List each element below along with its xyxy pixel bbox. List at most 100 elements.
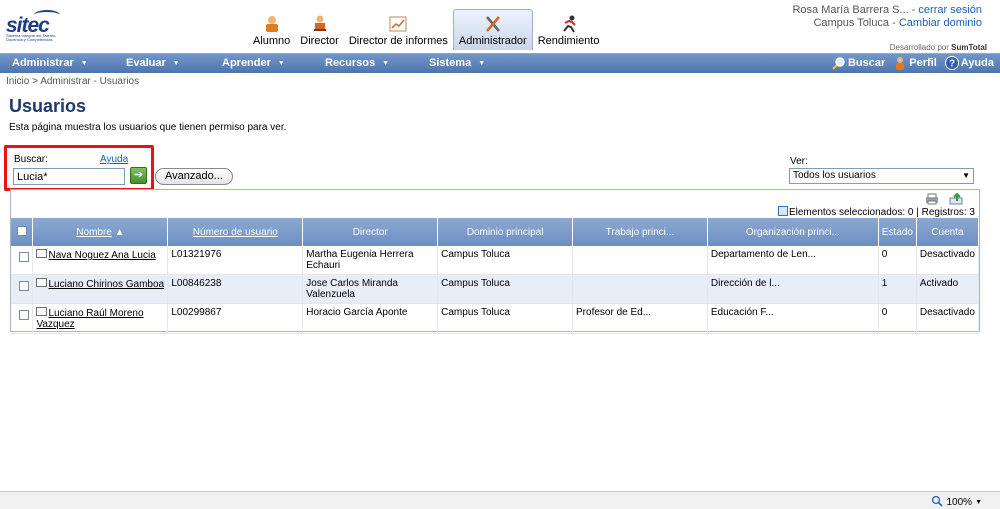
cell-dominio: Campus Toluca: [437, 246, 574, 275]
nav-right-label: Ayuda: [960, 57, 994, 69]
chevron-down-icon: ▼: [382, 60, 390, 67]
nav-aprender[interactable]: Aprender ▼: [222, 57, 285, 69]
row-checkbox[interactable]: [19, 310, 29, 320]
cell-numero: L00846238: [167, 274, 304, 304]
developed-by: Desarrollado por SumTotal: [890, 43, 987, 52]
cell-cuenta: Desactivado: [916, 303, 980, 334]
cell-trabajo: Profesor de Ed...: [572, 303, 708, 334]
role-administrador[interactable]: Administrador: [452, 9, 533, 50]
col-estado[interactable]: Estado: [878, 218, 917, 246]
cell-director: Martha Eugenia Herrera Echauri: [302, 246, 439, 275]
select-all-header[interactable]: [11, 218, 34, 246]
print-icon[interactable]: [925, 193, 939, 205]
zoom-control[interactable]: 100% ▼: [931, 495, 982, 509]
role-director[interactable]: Director: [295, 12, 344, 50]
page-title: Usuarios: [9, 96, 87, 116]
cell-nombre: Luciano Chirinos Gamboa: [32, 274, 169, 304]
col-trabajo[interactable]: Trabajo princi...: [572, 218, 708, 246]
nav-perfil[interactable]: Perfil: [893, 56, 937, 70]
col-organizacion[interactable]: Organización princi...: [707, 218, 879, 246]
director-chair-icon: [310, 15, 330, 33]
sitec-logo[interactable]: sitec Sistema Integral del Talento, Doce…: [6, 8, 66, 44]
cell-trabajo: [572, 274, 708, 304]
cell-dominio: Campus Toluca: [437, 274, 574, 304]
report-chart-icon: [388, 15, 408, 33]
col-nombre-link[interactable]: Nombre: [76, 227, 112, 238]
users-table: Nombre ▲ Número de usuario Director Domi…: [11, 218, 980, 334]
view-select[interactable]: Todos los usuarios ▼: [789, 168, 974, 184]
row-select-cell: [11, 246, 34, 275]
view-select-value: Todos los usuarios: [793, 170, 876, 181]
role-rendimiento[interactable]: Rendimiento: [533, 12, 605, 50]
row-checkbox[interactable]: [19, 281, 29, 291]
table-row: Nava Noguez Ana Lucia L01321976 Martha E…: [11, 246, 980, 275]
col-cuenta[interactable]: Cuenta: [916, 218, 980, 246]
help-icon: ?: [944, 56, 959, 70]
search-help-link[interactable]: Ayuda: [100, 154, 128, 165]
cell-organizacion: Dirección de l...: [707, 274, 879, 304]
table-header-row: Nombre ▲ Número de usuario Director Domi…: [11, 218, 980, 246]
export-icon[interactable]: [949, 192, 963, 205]
col-numero-link[interactable]: Número de usuario: [193, 227, 278, 238]
col-director[interactable]: Director: [302, 218, 439, 246]
zoom-icon: [931, 495, 944, 509]
user-name-link[interactable]: Luciano Raúl Moreno Vazquez: [36, 308, 143, 330]
col-numero[interactable]: Número de usuario: [167, 218, 304, 246]
cell-nombre: Nava Noguez Ana Lucia: [32, 246, 169, 275]
nav-recursos[interactable]: Recursos ▼: [325, 57, 389, 69]
search-input[interactable]: [13, 168, 125, 185]
cell-cuenta: Activado: [916, 274, 980, 304]
logout-link[interactable]: cerrar sesión: [918, 4, 982, 16]
cell-organizacion: Educación F...: [707, 303, 879, 334]
selection-icon: [777, 206, 788, 216]
cell-director: Jose Carlos Miranda Valenzuela: [302, 274, 439, 304]
role-director-informes[interactable]: Director de informes: [344, 12, 453, 50]
user-name-link[interactable]: Luciano Chirinos Gamboa: [48, 279, 164, 290]
admin-tools-icon: [483, 15, 503, 33]
col-dominio[interactable]: Dominio principal: [437, 218, 574, 246]
table-row: Luciano Chirinos Gamboa L00846238 Jose C…: [11, 274, 980, 304]
role-label: Director: [300, 35, 339, 47]
page-description: Esta página muestra los usuarios que tie…: [9, 122, 287, 133]
cell-director: Horacio García Aponte: [302, 303, 439, 334]
svg-text:?: ?: [949, 59, 955, 70]
role-label: Rendimiento: [537, 35, 600, 47]
nav-administrar[interactable]: Administrar ▼: [12, 57, 88, 69]
nav-sistema[interactable]: Sistema ▼: [429, 57, 485, 69]
nav-buscar[interactable]: Buscar: [832, 56, 885, 70]
view-label: Ver:: [790, 156, 808, 167]
nav-right-label: Buscar: [847, 57, 886, 69]
row-select-cell: [11, 303, 34, 334]
search-go-button[interactable]: ➔: [130, 167, 147, 184]
profile-icon: [893, 56, 907, 70]
separator: -: [908, 4, 919, 16]
users-grid-panel: Elementos seleccionados: 0 | Registros: …: [10, 189, 980, 334]
zoom-level: 100%: [946, 497, 973, 508]
grid-toolbar: [925, 192, 963, 205]
role-label: Alumno: [253, 35, 291, 47]
advanced-search-button[interactable]: Avanzado...: [155, 168, 233, 185]
user-card-icon: [36, 249, 48, 258]
developed-by-brand: SumTotal: [951, 43, 987, 52]
role-label: Administrador: [458, 35, 527, 47]
user-card-icon: [36, 307, 48, 316]
chevron-down-icon: ▼: [478, 60, 486, 67]
search-icon: [832, 56, 846, 70]
app-header: sitec Sistema Integral del Talento, Doce…: [0, 0, 1000, 53]
nav-label: Aprender: [222, 57, 271, 69]
nav-evaluar[interactable]: Evaluar ▼: [126, 57, 180, 69]
user-name-link[interactable]: Nava Noguez Ana Lucia: [48, 250, 155, 261]
col-nombre[interactable]: Nombre ▲: [32, 218, 169, 246]
performance-runner-icon: [559, 15, 579, 33]
user-name: Rosa María Barrera S...: [792, 4, 909, 16]
nav-ayuda[interactable]: ? Ayuda: [944, 56, 994, 70]
role-alumno[interactable]: Alumno: [248, 12, 295, 50]
nav-right-links: Buscar Perfil ? Ayuda: [832, 56, 994, 70]
cell-dominio: Campus Toluca: [437, 303, 574, 334]
role-label: Director de informes: [348, 35, 448, 47]
cell-trabajo: [572, 246, 708, 275]
row-checkbox[interactable]: [19, 252, 29, 262]
select-all-checkbox[interactable]: [16, 225, 27, 236]
change-domain-link[interactable]: Cambiar dominio: [899, 17, 982, 29]
chevron-down-icon: ▼: [80, 60, 88, 67]
